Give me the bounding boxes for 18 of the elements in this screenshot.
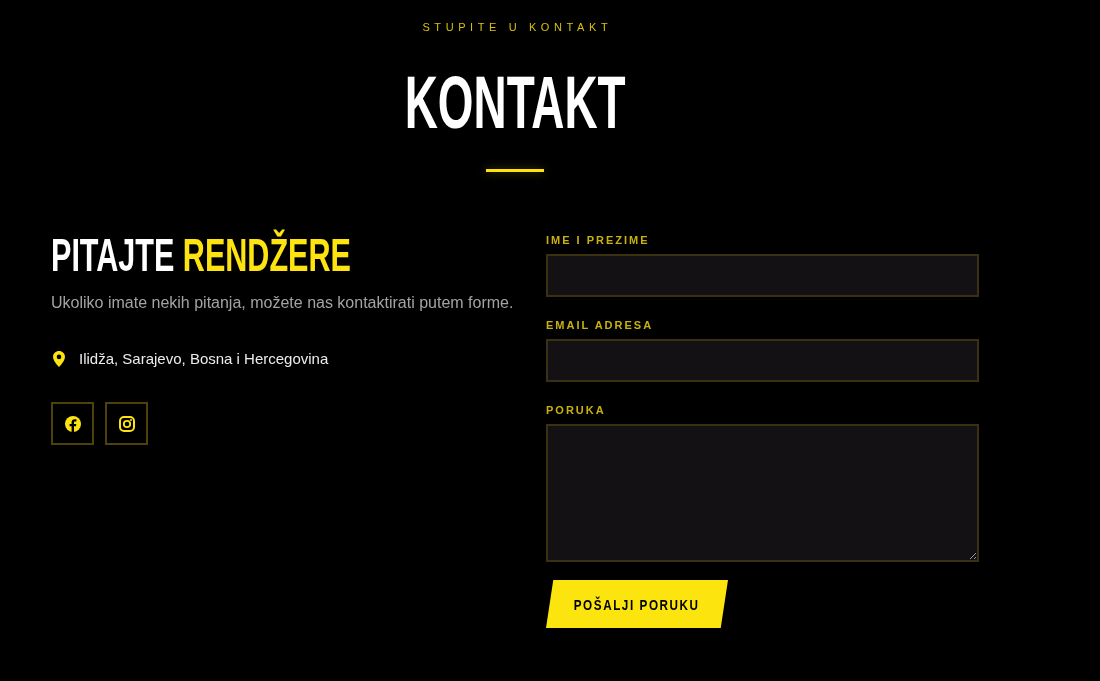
facebook-link[interactable]	[51, 402, 94, 445]
accent-underline	[486, 169, 544, 172]
field-label: EMAIL ADRESA	[546, 318, 655, 332]
section-heading: PITAJTE RENDŽERE	[51, 231, 351, 278]
instagram-icon	[118, 415, 135, 432]
input-field[interactable]	[546, 339, 979, 382]
section-eyebrow: STUPITE U KONTAKT	[422, 20, 613, 34]
input-field[interactable]	[546, 254, 979, 297]
location-pin-icon	[53, 351, 65, 367]
address-text: Ilidža, Sarajevo, Bosna i Hercegovina	[79, 349, 329, 369]
field-label: IME I PREZIME	[546, 233, 651, 247]
field-label: PORUKA	[546, 403, 607, 417]
submit-button[interactable]: POŠALJI PORUKU	[546, 580, 728, 628]
message-field[interactable]	[546, 424, 979, 562]
facebook-icon	[64, 415, 81, 432]
page-title: KONTAKT	[404, 66, 626, 140]
intro-text: Ukoliko imate nekih pitanja, možete nas kontaktirati putem forme.	[51, 293, 515, 313]
instagram-link[interactable]	[105, 402, 148, 445]
